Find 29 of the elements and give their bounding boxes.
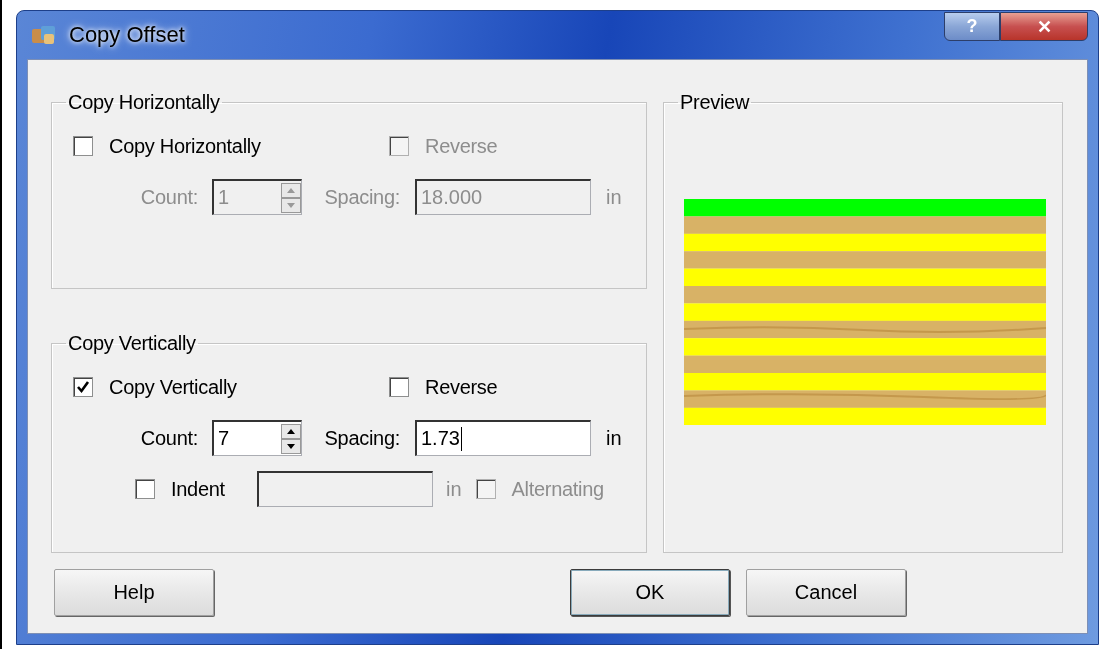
checkbox[interactable] (135, 479, 155, 499)
field-label: Count: (139, 426, 198, 450)
unit-label: in (606, 426, 622, 450)
checkbox-label: Reverse (425, 134, 498, 158)
checkbox-label: Reverse (425, 375, 498, 399)
close-button[interactable]: ✕ (1000, 12, 1088, 41)
checkbox-label: Copy Horizontally (109, 134, 262, 158)
dialog-button[interactable]: OK (570, 569, 730, 616)
field-label: Count: (139, 185, 198, 209)
dialog-button[interactable]: Help (54, 569, 214, 616)
checkbox[interactable] (389, 377, 409, 397)
group-title: Preview (679, 91, 751, 114)
window-title: Copy Offset (69, 22, 186, 48)
checkbox-label: Copy Vertically (109, 375, 238, 399)
group-title: Copy Horizontally (67, 91, 221, 114)
field-label: Spacing: (323, 426, 400, 450)
dialog-button[interactable]: Cancel (746, 569, 906, 616)
app-icon (31, 23, 57, 47)
spacing-field[interactable]: 1.73 (415, 420, 591, 456)
group-title: Copy Vertically (67, 332, 197, 355)
count-spinner[interactable]: 7 (212, 420, 302, 456)
field-label: Spacing: (323, 185, 400, 209)
unit-label: in (606, 185, 622, 209)
checkbox[interactable] (73, 377, 93, 397)
spinner-arrows-icon[interactable] (281, 423, 301, 454)
checkbox-label: Alternating (511, 477, 604, 501)
checkbox-label: Indent (171, 477, 226, 501)
unit-label: in (446, 477, 462, 501)
checkbox[interactable] (73, 136, 93, 156)
